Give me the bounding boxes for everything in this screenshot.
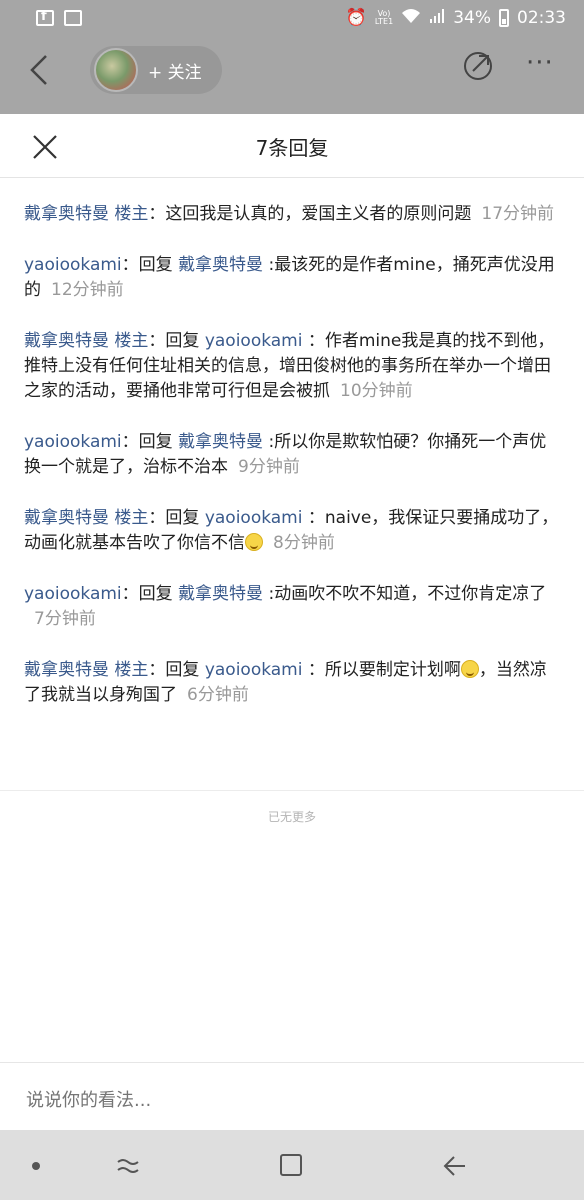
sheet-title: 7条回复 — [255, 136, 329, 160]
notification-icons — [36, 9, 82, 26]
reply-time: 7分钟前 — [34, 609, 96, 629]
more-icon[interactable]: ··· — [526, 50, 554, 76]
volte-indicator: Vo) LTE1 — [374, 9, 394, 26]
system-icons: ⏰ Vo) LTE1 34% 02:33 — [346, 8, 566, 29]
reply-author[interactable]: yaoiookami — [24, 432, 122, 452]
reply-time: 12分钟前 — [51, 280, 124, 300]
follow-button[interactable]: + 关注 — [90, 46, 222, 94]
author-tag: 楼主 — [114, 508, 149, 528]
reply-prefix: ：回复 — [121, 255, 179, 275]
reply-sheet: 7条回复 戴拿奥特曼 楼主：这回我是认真的，爱国主义者的原则问题 17分钟前 ya… — [0, 114, 584, 1130]
share-icon[interactable] — [462, 50, 494, 82]
alarm-icon: ⏰ — [345, 8, 367, 28]
reply-item[interactable]: 戴拿奥特曼 楼主：回复 yaoiookami ：所以要制定计划啊 ，当然凉了我就当… — [24, 658, 560, 708]
reply-text: ：所以要制定计划啊 — [302, 660, 461, 680]
sheet-header: 7条回复 — [0, 114, 584, 178]
reply-time: 9分钟前 — [238, 457, 300, 477]
reply-prefix: ：回复 — [121, 584, 179, 604]
status-bar: ⏰ Vo)LTE1 34% 02:33 — [0, 0, 584, 36]
back-icon[interactable] — [24, 50, 54, 90]
follow-label: + 关注 — [148, 62, 202, 83]
no-more-label: 已无更多 — [267, 810, 316, 824]
reply-time: 6分钟前 — [187, 685, 249, 705]
reply-author[interactable]: 戴拿奥特曼 — [24, 331, 109, 351]
reply-target[interactable]: yaoiookami — [205, 508, 303, 528]
reply-author[interactable]: 戴拿奥特曼 — [24, 204, 109, 224]
smile-emoji-icon — [245, 533, 263, 551]
reply-author[interactable]: yaoiookami — [24, 584, 122, 604]
reply-time: 17分钟前 — [481, 204, 555, 224]
list-divider — [0, 790, 584, 791]
reply-item[interactable]: 戴拿奥特曼 楼主：这回我是认真的，爱国主义者的原则问题 17分钟前 — [24, 202, 560, 227]
reply-author[interactable]: 戴拿奥特曼 — [24, 508, 109, 528]
facebook-icon — [36, 9, 54, 26]
reply-target[interactable]: yaoiookami — [205, 331, 303, 351]
author-tag: 楼主 — [114, 331, 149, 351]
comment-bar — [0, 1062, 584, 1130]
reply-item[interactable]: yaoiookami：回复 戴拿奥特曼 :最该死的是作者mine，捅死声优没用的… — [24, 253, 560, 303]
reply-target[interactable]: yaoiookami — [205, 660, 303, 680]
comment-input[interactable] — [26, 1087, 546, 1113]
author-tag: 楼主 — [114, 204, 149, 224]
battery-percent: 34% — [453, 8, 491, 28]
reply-item[interactable]: 戴拿奥特曼 楼主：回复 yaoiookami ：作者mine我是真的找不到他，推… — [24, 329, 560, 404]
reply-time: 8分钟前 — [273, 533, 335, 553]
author-tag: 楼主 — [114, 660, 149, 680]
reply-text: :动画吹不吹不知道，不过你肯定凉了 — [263, 584, 547, 604]
nav-back-icon[interactable] — [440, 1152, 468, 1180]
reply-author[interactable]: yaoiookami — [24, 255, 122, 275]
gallery-icon — [64, 10, 82, 26]
reply-text: ：这回我是认真的，爱国主义者的原则问题 — [148, 204, 472, 224]
reply-target[interactable]: 戴拿奥特曼 — [178, 255, 263, 275]
reply-prefix: ：回复 — [148, 331, 205, 351]
clock: 02:33 — [517, 8, 566, 28]
home-icon[interactable] — [280, 1154, 302, 1176]
system-nav-bar — [0, 1130, 584, 1200]
signal-icon — [429, 8, 445, 29]
reply-author[interactable]: 戴拿奥特曼 — [24, 660, 109, 680]
reply-target[interactable]: 戴拿奥特曼 — [178, 432, 263, 452]
battery-icon — [499, 9, 509, 27]
reply-item[interactable]: yaoiookami：回复 戴拿奥特曼 :所以你是欺软怕硬？你捅死一个声优换一个… — [24, 430, 560, 480]
reply-prefix: ：回复 — [148, 508, 205, 528]
reply-time: 10分钟前 — [340, 381, 413, 401]
avatar[interactable] — [94, 48, 138, 92]
reply-prefix: ：回复 — [121, 432, 179, 452]
reply-item[interactable]: 戴拿奥特曼 楼主：回复 yaoiookami ：naive，我保证只要捅成功了，… — [24, 506, 560, 556]
wifi-icon — [401, 8, 421, 29]
reply-item[interactable]: yaoiookami：回复 戴拿奥特曼 :动画吹不吹不知道，不过你肯定凉了 7分钟… — [24, 582, 560, 632]
smile-emoji-icon — [460, 660, 479, 678]
reply-prefix: ：回复 — [148, 660, 205, 680]
post-header: + 关注 ··· — [0, 36, 584, 114]
reply-list: 戴拿奥特曼 楼主：这回我是认真的，爱国主义者的原则问题 17分钟前 yaoiook… — [0, 178, 584, 708]
reply-target[interactable]: 戴拿奥特曼 — [178, 584, 263, 604]
nav-dot-icon[interactable] — [32, 1162, 40, 1170]
recent-apps-icon[interactable] — [116, 1154, 140, 1178]
